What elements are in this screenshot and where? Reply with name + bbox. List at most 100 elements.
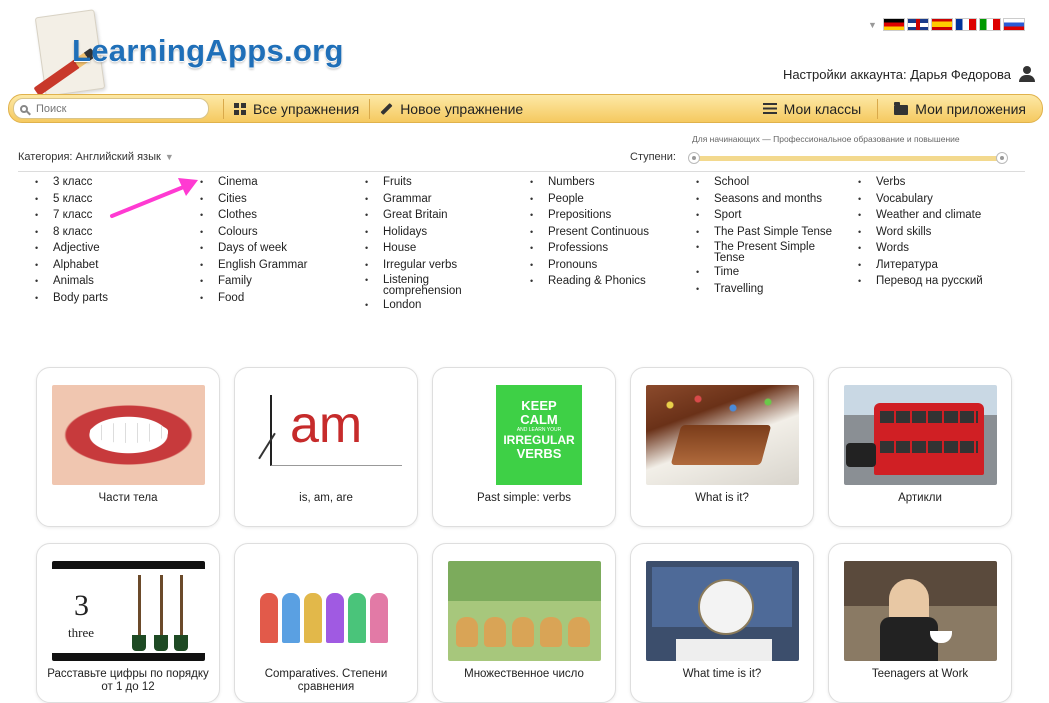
topic-link[interactable]: Prepositions [530,209,695,223]
topic-link[interactable]: Irregular verbs [365,259,530,273]
child-figure [304,593,322,643]
user-icon [1019,66,1035,82]
sprinkles-graphic [656,393,796,423]
topic-link[interactable]: Numbers [530,176,695,190]
topic-link[interactable]: Cities [200,193,365,207]
category-selector[interactable]: Категория: Английский язык ▼ [18,151,174,163]
broom-graphic [174,635,188,651]
app-card[interactable]: 3 three Расставьте цифры по порядку от 1… [36,543,220,703]
flag-gb-icon[interactable] [906,18,929,31]
topic-link[interactable]: Food [200,292,365,306]
search-box[interactable] [13,98,209,119]
main-nav: Все упражнения Новое упражнение Мои клас… [8,94,1043,123]
pencil-icon [380,102,393,115]
account-settings-link[interactable]: Настройки аккаунта: Дарья Федорова [783,66,1035,82]
topic-link[interactable]: Animals [35,275,200,289]
topic-link[interactable]: Pronouns [530,259,695,273]
topic-link[interactable]: Reading & Phonics [530,275,695,289]
flag-ru-icon[interactable] [1002,18,1025,31]
topic-link[interactable]: Sport [696,209,861,223]
topic-link[interactable]: Professions [530,242,695,256]
topic-link[interactable]: Verbs [858,176,1023,190]
topic-link[interactable]: Present Continuous [530,226,695,240]
topic-link[interactable]: Seasons and months [696,193,861,207]
thumb-text: am [290,396,363,454]
topic-link[interactable]: English Grammar [200,259,365,273]
chevron-down-icon: ▼ [164,152,174,162]
topic-link[interactable]: Time [696,266,861,280]
topic-link[interactable]: Fruits [365,176,530,190]
card-title: What is it? [695,492,749,504]
topic-link[interactable]: Great Britain [365,209,530,223]
thumb-text: 3 [74,589,89,622]
topic-link[interactable]: Adjective [35,242,200,256]
account-label: Настройки аккаунта: Дарья Федорова [782,66,1011,82]
thumb-text: three [68,625,94,640]
flag-fr-icon[interactable] [954,18,977,31]
topic-link[interactable]: Family [200,275,365,289]
card-title: Части тела [98,492,158,504]
logo[interactable]: LearningApps.org [20,5,380,97]
app-card[interactable]: Артикли [828,367,1012,527]
child-figure [326,593,344,643]
flag-es-icon[interactable] [930,18,953,31]
app-card[interactable]: Comparatives. Степени сравнения [234,543,418,703]
search-input[interactable] [34,101,198,116]
card-title: is, am, are [299,492,353,504]
card-title: Comparatives. Степени сравнения [264,668,388,693]
broom-graphic [138,575,141,641]
topic-link[interactable]: Литература [858,259,1023,273]
topic-link[interactable]: Перевод на русский [858,275,1023,289]
topic-link[interactable]: Listening comprehension [365,274,483,296]
person-figure [880,617,938,661]
teeth-graphic [90,423,168,443]
logo-text: LearningApps.org [72,33,344,68]
app-card[interactable]: What is it? [630,367,814,527]
child-figure [348,593,366,643]
flag-de-icon[interactable] [882,18,905,31]
app-card[interactable]: KEEP CALM AND LEARN YOUR IRREGULAR VERBS… [432,367,616,527]
topic-link[interactable]: The Present Simple Tense [696,241,834,263]
app-card[interactable]: What time is it? [630,543,814,703]
app-card[interactable]: Teenagers at Work [828,543,1012,703]
card-thumbnail: am [250,385,403,485]
chevron-down-icon: ▼ [868,19,877,30]
topic-link[interactable]: People [530,193,695,207]
topic-link[interactable]: Travelling [696,283,861,297]
topic-link[interactable]: Weather and climate [858,209,1023,223]
topic-link[interactable]: Words [858,242,1023,256]
nav-new-exercise[interactable]: Новое упражнение [380,101,523,117]
topic-link[interactable]: School [696,176,861,190]
nav-all-exercises[interactable]: Все упражнения [234,101,359,117]
app-card[interactable]: am is, am, are [234,367,418,527]
app-card[interactable]: Части тела [36,367,220,527]
topic-link[interactable]: London [365,299,530,313]
slider-handle-min[interactable] [688,152,700,164]
table-graphic [676,639,772,661]
topic-link[interactable]: Holidays [365,226,530,240]
slider-track [696,156,1000,161]
topic-link[interactable]: Body parts [35,292,200,306]
topic-link[interactable]: Colours [200,226,365,240]
topic-link[interactable]: Word skills [858,226,1023,240]
app-card[interactable]: Множественное число [432,543,616,703]
topic-link[interactable]: Clothes [200,209,365,223]
flag-it-icon[interactable] [978,18,1001,31]
language-selector[interactable]: ▼ [868,18,1025,31]
levels-slider[interactable] [688,152,1008,164]
topic-link[interactable]: Alphabet [35,259,200,273]
puppy-figure [568,617,590,647]
topic-column: Numbers People Prepositions Present Cont… [530,176,695,292]
card-title: Расставьте цифры по порядку от 1 до 12 [47,668,209,693]
topic-link[interactable]: Cinema [200,176,365,190]
topic-link[interactable]: The Past Simple Tense [696,226,861,240]
nav-my-apps[interactable]: Мои приложения [894,101,1026,117]
cake-graphic [670,425,772,465]
topic-link[interactable]: Days of week [200,242,365,256]
nav-my-classes[interactable]: Мои классы [762,101,861,117]
slider-handle-max[interactable] [996,152,1008,164]
topic-link[interactable]: House [365,242,530,256]
topic-link[interactable]: Vocabulary [858,193,1023,207]
topic-link[interactable]: Grammar [365,193,530,207]
category-label: Категория: Английский язык [18,151,161,163]
